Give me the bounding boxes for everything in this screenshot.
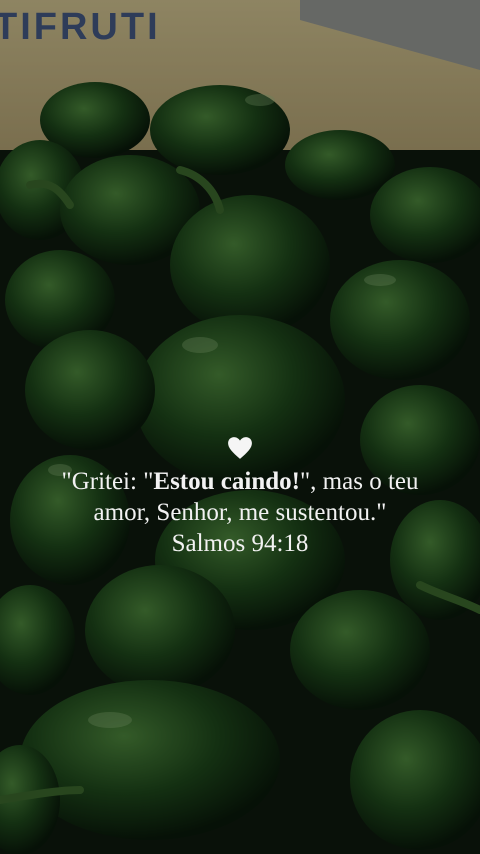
bible-quote: "Gritei: "Estou caindo!", mas o teu amor… bbox=[20, 436, 460, 559]
quote-line-1: "Gritei: "Estou caindo!", mas o teu bbox=[20, 466, 460, 497]
quote-line-1-end: ", mas o teu bbox=[299, 468, 419, 495]
dark-overlay bbox=[0, 0, 480, 854]
story-screen: TIFRUTI "Gritei: "Estou caindo!", mas o … bbox=[0, 0, 480, 854]
quote-line-2: amor, Senhor, me sustentou." bbox=[93, 499, 387, 526]
quote-emphasis: Estou caindo! bbox=[153, 468, 300, 495]
quote-line-1-start: "Gritei: " bbox=[61, 468, 154, 495]
white-heart-icon bbox=[228, 437, 252, 459]
quote-reference: Salmos 94:18 bbox=[171, 530, 309, 557]
